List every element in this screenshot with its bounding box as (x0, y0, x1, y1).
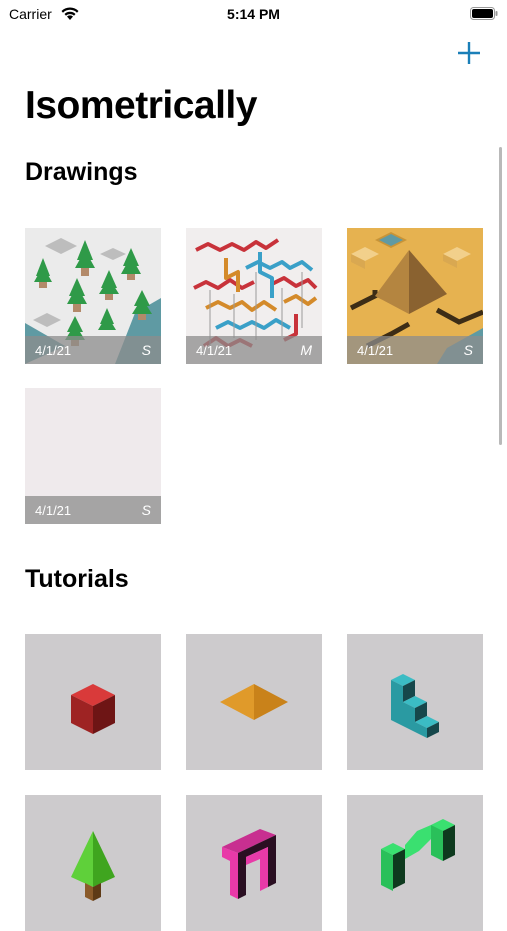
drawing-date: 4/1/21 (357, 343, 394, 358)
drawing-date: 4/1/21 (196, 343, 233, 358)
arch-icon (222, 829, 276, 899)
drawing-size: S (141, 342, 151, 358)
tutorial-magenta-arch[interactable] (186, 795, 322, 931)
scrollbar[interactable] (499, 147, 502, 445)
plus-icon (458, 42, 480, 64)
page-title: Isometrically (25, 84, 257, 127)
drawing-caption: 4/1/21 S (25, 496, 161, 524)
drawing-thumbnail-blank[interactable]: 4/1/21 S (25, 388, 161, 524)
drawing-thumbnail-pyramid[interactable]: 4/1/21 S (347, 228, 483, 364)
drawing-date: 4/1/21 (35, 343, 72, 358)
battery-icon (470, 7, 498, 20)
stairs-icon (391, 674, 439, 738)
tutorial-red-cube[interactable] (25, 634, 161, 770)
tutorials-heading: Tutorials (25, 565, 129, 593)
rhombus-icon (220, 684, 288, 720)
drawing-thumbnail-forest[interactable]: 4/1/21 S (25, 228, 161, 364)
clock: 5:14 PM (227, 6, 280, 22)
drawing-size: S (463, 342, 473, 358)
green-arch-icon (381, 819, 455, 891)
drawing-thumbnail-maze[interactable]: 4/1/21 M (186, 228, 322, 364)
drawing-size: M (300, 342, 312, 358)
cube-icon (71, 684, 115, 734)
drawing-date: 4/1/21 (35, 503, 72, 518)
status-bar: Carrier 5:14 PM (0, 0, 507, 30)
drawing-size: S (141, 502, 151, 518)
drawing-caption: 4/1/21 S (347, 336, 483, 364)
tutorial-teal-stairs[interactable] (347, 634, 483, 770)
drawing-caption: 4/1/21 S (25, 336, 161, 364)
tree-icon (71, 831, 115, 901)
drawing-caption: 4/1/21 M (186, 336, 322, 364)
add-drawing-button[interactable] (456, 40, 482, 66)
tutorial-orange-rhombus[interactable] (186, 634, 322, 770)
tutorial-green-tree[interactable] (25, 795, 161, 931)
drawings-heading: Drawings (25, 158, 138, 186)
tutorial-green-arch[interactable] (347, 795, 483, 931)
